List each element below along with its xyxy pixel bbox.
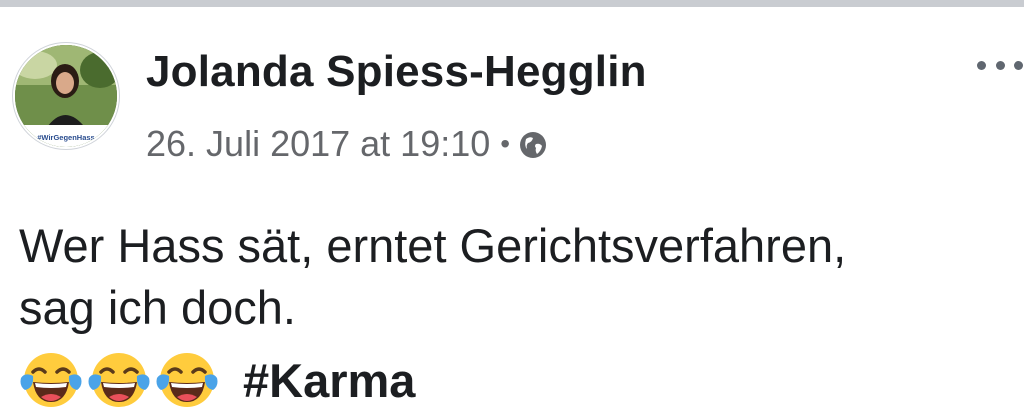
post-text-line: Wer Hass sät, erntet Gerichtsverfahren, (19, 219, 847, 272)
emoji-row: #Karma (19, 347, 415, 413)
face-with-tears-of-joy-icon (156, 353, 218, 407)
dot (977, 60, 986, 70)
post-text-line: sag ich doch. (19, 281, 296, 334)
globe-icon[interactable] (518, 130, 548, 160)
hashtag-link[interactable]: #Karma (243, 353, 415, 408)
avatar-badge-text: #WirGegenHass (37, 133, 94, 142)
facebook-post: #WirGegenHass Jolanda Spiess-Hegglin 26.… (0, 7, 1024, 414)
avatar-photo: #WirGegenHass (15, 45, 117, 147)
post-meta: 26. Juli 2017 at 19:10 • (146, 123, 548, 165)
dot (995, 60, 1005, 70)
post-text: Wer Hass sät, erntet Gerichtsverfahren, … (19, 215, 1009, 339)
avatar[interactable]: #WirGegenHass (15, 45, 117, 147)
top-divider (0, 0, 1024, 7)
more-options-icon[interactable] (977, 57, 1023, 73)
post-timestamp[interactable]: 26. Juli 2017 at 19:10 (146, 123, 490, 165)
meta-separator: • (500, 128, 511, 159)
dot (1014, 60, 1023, 70)
face-with-tears-of-joy-icon (88, 353, 150, 407)
author-name[interactable]: Jolanda Spiess-Hegglin (146, 47, 647, 97)
face-with-tears-of-joy-icon (20, 353, 82, 407)
